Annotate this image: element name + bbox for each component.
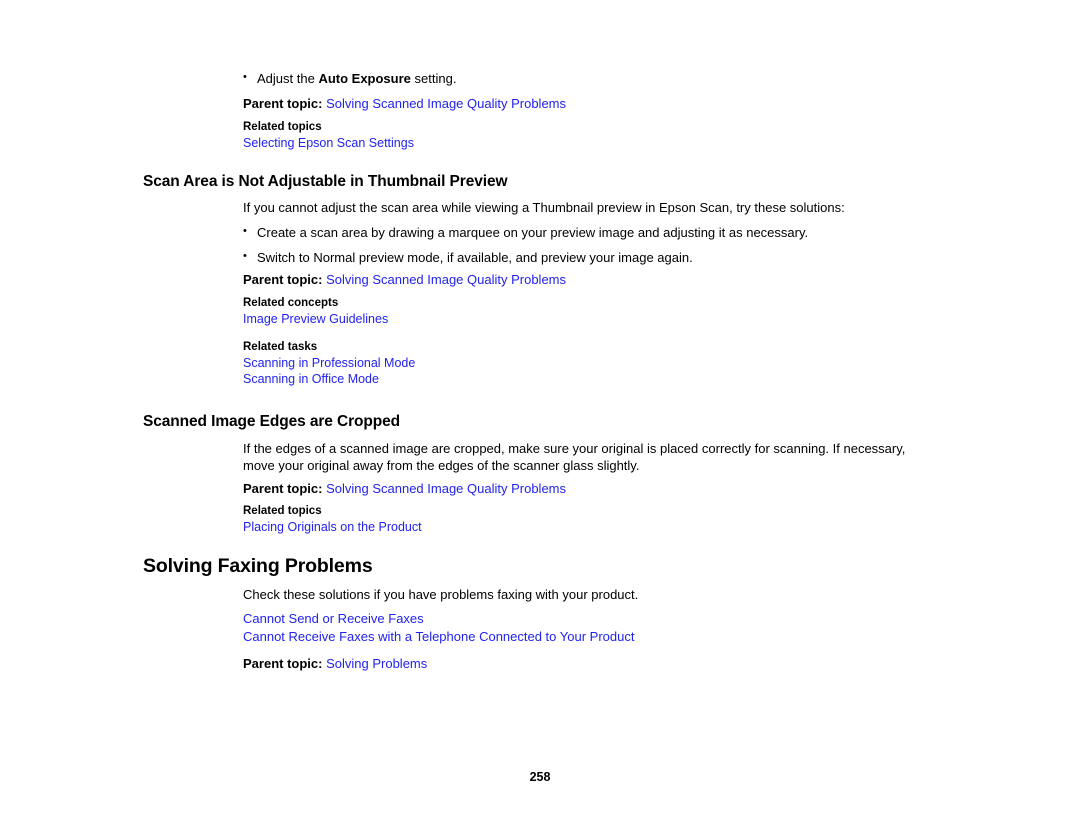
related-link[interactable]: Selecting Epson Scan Settings [243,135,933,151]
parent-topic-label: Parent topic: [243,272,323,287]
bullet-text-bold: Auto Exposure [318,71,411,86]
parent-topic-label: Parent topic: [243,481,323,496]
section-1-related-tasks: Related tasks Scanning in Professional M… [243,340,933,387]
section-heading-scan-area: Scan Area is Not Adjustable in Thumbnail… [143,173,508,190]
section-1-intro: If you cannot adjust the scan area while… [243,199,933,216]
section-1-related-concepts: Related concepts Image Preview Guideline… [243,296,933,327]
parent-topic-link[interactable]: Solving Scanned Image Quality Problems [326,272,566,287]
continued-related-topics: Related topics Selecting Epson Scan Sett… [243,120,933,151]
continued-parent-topic: Parent topic: Solving Scanned Image Qual… [243,95,933,112]
related-group-label: Related tasks [243,341,318,353]
list-item: Switch to Normal preview mode, if availa… [243,248,933,266]
bullet-list: Adjust the Auto Exposure setting. [243,69,933,87]
paragraph: Check these solutions if you have proble… [243,587,639,602]
related-link[interactable]: Image Preview Guidelines [243,311,933,327]
bullet-text-prefix: Adjust the [257,71,319,86]
parent-topic-link[interactable]: Solving Scanned Image Quality Problems [326,96,566,111]
paragraph: If the edges of a scanned image are crop… [243,441,906,473]
list-item: Adjust the Auto Exposure setting. [243,69,933,87]
parent-topic-link[interactable]: Solving Scanned Image Quality Problems [326,481,566,496]
chapter-link[interactable]: Cannot Send or Receive Faxes [243,610,933,628]
section-1-parent-topic: Parent topic: Solving Scanned Image Qual… [243,271,933,288]
related-link[interactable]: Scanning in Office Mode [243,371,933,387]
parent-topic-link[interactable]: Solving Problems [326,656,427,671]
related-link[interactable]: Placing Originals on the Product [243,519,933,535]
section-heading-edges-cropped: Scanned Image Edges are Cropped [143,413,401,430]
chapter-parent-topic: Parent topic: Solving Problems [243,655,933,672]
parent-topic-label: Parent topic: [243,656,323,671]
continued-bullet-block: Adjust the Auto Exposure setting. [243,69,933,87]
related-group-label: Related concepts [243,297,339,309]
related-group-label: Related topics [243,121,322,133]
chapter-intro: Check these solutions if you have proble… [243,586,933,603]
section-2-intro: If the edges of a scanned image are crop… [243,440,933,474]
section-1-bullets: Create a scan area by drawing a marquee … [243,223,933,266]
list-item: Create a scan area by drawing a marquee … [243,223,933,241]
related-group-label: Related topics [243,505,322,517]
parent-topic-label: Parent topic: [243,96,323,111]
page-number: 258 [529,770,551,784]
parent-topic-line: Parent topic: Solving Problems [243,655,933,672]
parent-topic-line: Parent topic: Solving Scanned Image Qual… [243,95,933,112]
section-2-parent-topic: Parent topic: Solving Scanned Image Qual… [243,480,933,497]
section-2-related-topics: Related topics Placing Originals on the … [243,504,933,535]
chapter-heading-solving-faxing-problems: Solving Faxing Problems [143,555,373,577]
chapter-link-list: Cannot Send or Receive Faxes Cannot Rece… [243,610,933,645]
parent-topic-line: Parent topic: Solving Scanned Image Qual… [243,271,933,288]
related-link[interactable]: Scanning in Professional Mode [243,355,933,371]
document-page: Adjust the Auto Exposure setting. Parent… [0,0,1080,834]
bullet-text-suffix: setting. [410,71,457,86]
paragraph: If you cannot adjust the scan area while… [243,200,845,215]
chapter-link[interactable]: Cannot Receive Faxes with a Telephone Co… [243,628,933,646]
bullet-list: Create a scan area by drawing a marquee … [243,223,933,266]
parent-topic-line: Parent topic: Solving Scanned Image Qual… [243,480,933,497]
